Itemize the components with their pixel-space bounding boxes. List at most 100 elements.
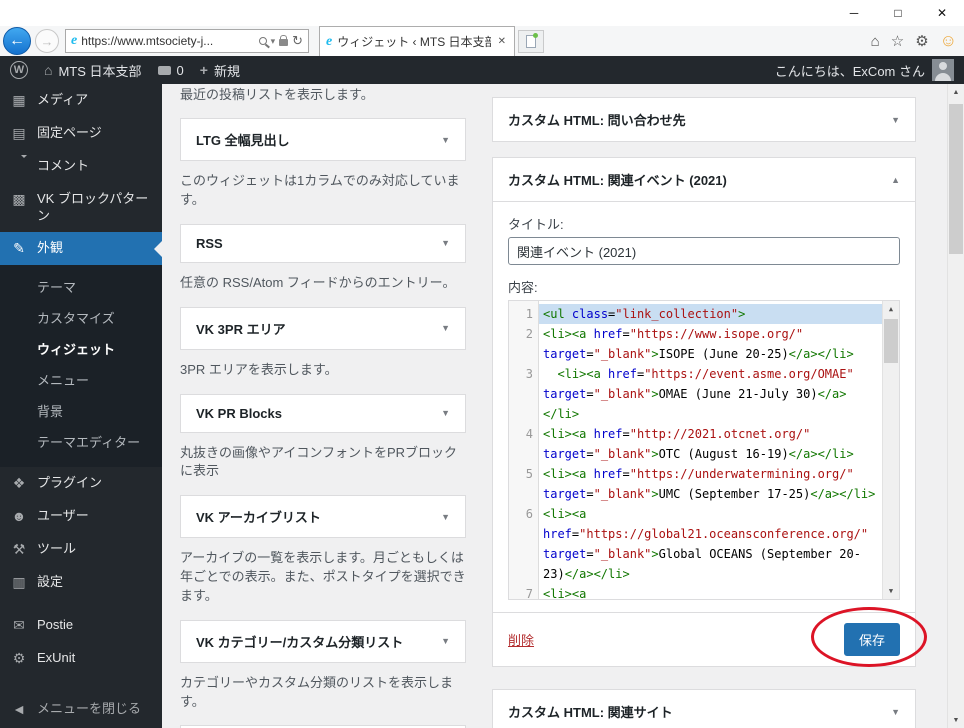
submenu-item-menus[interactable]: メニュー bbox=[0, 364, 162, 395]
sidebar-item-label: ユーザー bbox=[37, 508, 89, 524]
code-editor-lines[interactable]: 1 <ul class="link_collection"> 2 <li><a hre… bbox=[509, 301, 882, 599]
tab-close-icon[interactable]: ✕ bbox=[496, 36, 508, 47]
close-icon[interactable]: ✕ bbox=[920, 0, 964, 26]
code-editor[interactable]: 1 <ul class="link_collection"> 2 <li><a hre… bbox=[508, 300, 900, 600]
chevron-down-icon[interactable]: ▼ bbox=[441, 135, 450, 145]
scroll-down-icon[interactable]: ▼ bbox=[883, 583, 899, 599]
widget-box-contact[interactable]: カスタム HTML: 問い合わせ先 ▼ bbox=[492, 97, 916, 142]
submenu-item-themes[interactable]: テーマ bbox=[0, 271, 162, 302]
chevron-down-icon[interactable]: ▼ bbox=[441, 408, 450, 418]
widget-title-input[interactable] bbox=[508, 237, 900, 265]
sidebar-item-postie[interactable]: ✉ Postie bbox=[0, 609, 162, 642]
collapse-menu-button[interactable]: ◄ メニューを閉じる bbox=[0, 693, 162, 726]
sidebar-item-label: コメント bbox=[37, 157, 90, 173]
scroll-up-icon[interactable]: ▲ bbox=[883, 301, 899, 317]
url-text[interactable]: https://www.mtsociety-j... bbox=[81, 34, 254, 48]
forward-button[interactable]: → bbox=[35, 29, 59, 53]
plus-icon: + bbox=[199, 62, 208, 78]
comments-menu[interactable]: 0 bbox=[157, 62, 184, 78]
back-button[interactable]: ← bbox=[3, 27, 31, 55]
widget-title: VK PR Blocks bbox=[196, 405, 282, 421]
sidebar-item-settings[interactable]: ▥ 設定 bbox=[0, 566, 162, 599]
sidebar-separator bbox=[0, 599, 162, 609]
sidebar-item-label: VK ブロックパターン bbox=[37, 190, 149, 223]
sidebar-item-vk-block-patterns[interactable]: ▩ VK ブロックパターン bbox=[0, 183, 162, 233]
chevron-down-icon[interactable]: ▼ bbox=[441, 238, 450, 248]
chevron-down-icon[interactable]: ▼ bbox=[441, 636, 450, 646]
widget-box-vk-3pr[interactable]: VK 3PR エリア ▼ bbox=[180, 306, 466, 350]
minimize-icon[interactable]: ─ bbox=[832, 0, 876, 26]
chevron-down-icon[interactable]: ▾ bbox=[271, 36, 276, 47]
submenu-item-background[interactable]: 背景 bbox=[0, 395, 162, 426]
widget-box-vk-category-list[interactable]: VK カテゴリー/カスタム分類リスト ▼ bbox=[180, 619, 466, 663]
smiley-feedback-icon[interactable]: ☺ bbox=[940, 31, 957, 51]
browser-tab[interactable]: e ウィジェット ‹ MTS 日本支部 ... ✕ bbox=[319, 26, 515, 56]
widget-box-related-sites[interactable]: カスタム HTML: 関連サイト ▼ bbox=[492, 689, 916, 728]
page-scrollbar-thumb[interactable] bbox=[949, 104, 963, 254]
address-bar[interactable]: e https://www.mtsociety-j... ▾ ↻ bbox=[65, 29, 309, 53]
save-button[interactable]: 保存 bbox=[843, 623, 900, 656]
chevron-up-icon[interactable]: ▲ bbox=[891, 175, 900, 185]
wp-admin-bar: W ⌂ MTS 日本支部 0 + 新規 こんにちは、ExCom さん bbox=[0, 56, 964, 84]
new-content-menu[interactable]: + 新規 bbox=[200, 61, 240, 80]
avatar[interactable] bbox=[932, 59, 954, 81]
wp-admin-sidebar: ▦ メディア ▤ 固定ページ コメント ▩ VK ブロックパターン ✎ 外観 テ… bbox=[0, 84, 162, 728]
sidebar-item-label: 外観 bbox=[37, 240, 64, 256]
widget-description: 最近の投稿リストを表示します。 bbox=[180, 87, 374, 102]
widget-box-ltg-heading[interactable]: LTG 全幅見出し ▼ bbox=[180, 118, 466, 162]
search-icon[interactable] bbox=[258, 37, 267, 45]
widget-box-rss[interactable]: RSS ▼ bbox=[180, 223, 466, 263]
comment-count: 0 bbox=[176, 62, 184, 78]
widget-panel-footer: 削除 保存 bbox=[493, 607, 927, 667]
scroll-down-icon[interactable]: ▼ bbox=[948, 712, 964, 728]
forward-arrow-icon: → bbox=[40, 33, 54, 49]
plugins-icon: ❖ bbox=[12, 475, 26, 492]
widget-title: カスタム HTML: 問い合わせ先 bbox=[508, 113, 686, 128]
refresh-icon[interactable]: ↻ bbox=[292, 33, 303, 49]
new-tab-button[interactable] bbox=[518, 29, 544, 53]
maximize-icon[interactable]: □ bbox=[876, 0, 920, 26]
media-icon: ▦ bbox=[12, 92, 26, 108]
editor-scrollbar-thumb[interactable] bbox=[884, 319, 898, 363]
site-name: MTS 日本支部 bbox=[58, 63, 142, 79]
scroll-up-icon[interactable]: ▲ bbox=[948, 84, 964, 100]
chevron-down-icon[interactable]: ▼ bbox=[441, 323, 450, 333]
home-icon[interactable]: ⌂ bbox=[871, 33, 880, 50]
sidebar-item-comments[interactable]: コメント bbox=[0, 150, 162, 183]
settings-icon: ▥ bbox=[12, 574, 26, 591]
sidebar-item-label: 設定 bbox=[37, 574, 64, 590]
available-widgets-column: 最近の投稿リストを表示します。 LTG 全幅見出し ▼ このウィジェットは1カラ… bbox=[180, 86, 466, 728]
widget-description: このウィジェットは1カラムでのみ対応しています。 bbox=[180, 173, 460, 208]
sidebar-item-users[interactable]: ☻ ユーザー bbox=[0, 500, 162, 533]
submenu-item-theme-editor[interactable]: テーマエディター bbox=[0, 426, 162, 457]
window-titlebar: ─ □ ✕ bbox=[0, 0, 964, 26]
appearance-icon: ✎ bbox=[13, 240, 25, 257]
favorites-star-icon[interactable]: ☆ bbox=[891, 32, 904, 50]
sidebar-item-exunit[interactable]: ⚙ ExUnit bbox=[0, 642, 162, 675]
tools-icon: ⚒ bbox=[12, 541, 26, 558]
page-scrollbar[interactable]: ▲ ▼ bbox=[947, 84, 964, 728]
appearance-submenu: テーマ カスタマイズ ウィジェット メニュー 背景 テーマエディター bbox=[0, 265, 162, 468]
widget-description: アーカイブの一覧を表示します。月ごともしくは年ごとでの表示。また、ポストタイプを… bbox=[180, 550, 466, 603]
widget-box-vk-archive-list[interactable]: VK アーカイブリスト ▼ bbox=[180, 495, 466, 539]
submenu-item-widgets[interactable]: ウィジェット bbox=[0, 333, 162, 364]
site-name-menu[interactable]: ⌂ MTS 日本支部 bbox=[44, 61, 142, 80]
delete-link[interactable]: 削除 bbox=[508, 630, 534, 649]
site-home-icon: ⌂ bbox=[44, 62, 53, 78]
sidebar-item-appearance[interactable]: ✎ 外観 bbox=[0, 232, 162, 266]
sidebar-item-label: ExUnit bbox=[37, 649, 76, 665]
chevron-down-icon[interactable]: ▼ bbox=[891, 707, 900, 717]
account-greeting[interactable]: こんにちは、ExCom さん bbox=[775, 61, 925, 80]
widget-panel-header[interactable]: カスタム HTML: 関連イベント (2021) ▲ bbox=[493, 158, 915, 202]
sidebar-item-media[interactable]: ▦ メディア bbox=[0, 84, 162, 117]
gear-icon[interactable]: ⚙ bbox=[915, 32, 928, 50]
chevron-down-icon[interactable]: ▼ bbox=[441, 512, 450, 522]
wp-logo-menu[interactable]: W bbox=[10, 61, 28, 79]
chevron-down-icon[interactable]: ▼ bbox=[891, 115, 900, 125]
widget-box-vk-pr-blocks[interactable]: VK PR Blocks ▼ bbox=[180, 393, 466, 433]
sidebar-item-tools[interactable]: ⚒ ツール bbox=[0, 533, 162, 566]
sidebar-item-plugins[interactable]: ❖ プラグイン bbox=[0, 467, 162, 500]
editor-scrollbar[interactable]: ▲ ▼ bbox=[882, 301, 899, 599]
submenu-item-customize[interactable]: カスタマイズ bbox=[0, 302, 162, 333]
sidebar-item-pages[interactable]: ▤ 固定ページ bbox=[0, 117, 162, 150]
